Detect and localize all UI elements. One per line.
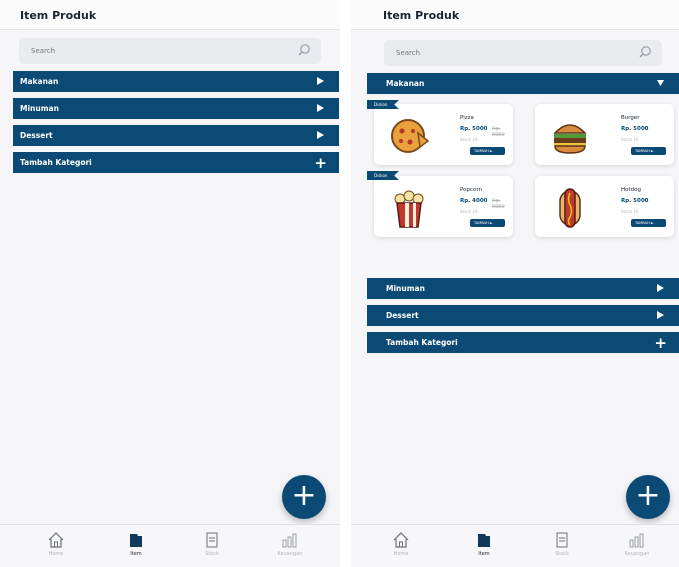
product-name: Popcorn	[460, 187, 483, 193]
page-title: Item Produk	[0, 0, 340, 30]
nav-home[interactable]: Home	[373, 531, 429, 557]
product-card-hotdog[interactable]: Hotdog Rp. 5000 Stock 10 TAMBAH ►	[535, 176, 674, 237]
search-input[interactable]	[19, 38, 321, 64]
popcorn-icon	[394, 190, 424, 228]
product-stock: Stock 10	[621, 137, 639, 142]
category-label: Tambah Kategori	[20, 158, 92, 167]
home-icon	[393, 532, 409, 548]
search-icon[interactable]	[297, 43, 311, 57]
search-bar[interactable]	[384, 40, 662, 66]
product-card-pizza[interactable]: Pizza Rp. 5000 Rp. 6000 Stock 10 TAMBAH …	[374, 104, 513, 165]
bottom-nav: Home Item Stock Keuangan	[0, 524, 340, 567]
product-name: Burger	[621, 115, 640, 121]
category-label: Makanan	[386, 79, 425, 88]
chevron-right-icon	[657, 311, 664, 319]
search-input[interactable]	[384, 40, 662, 66]
nav-home[interactable]: Home	[28, 531, 84, 557]
product-card-burger[interactable]: Burger Rp. 5000 Stock 10 TAMBAH ►	[535, 104, 674, 165]
item-folder-icon	[130, 534, 142, 547]
product-price: Rp. 5000	[621, 126, 649, 132]
burger-icon	[553, 124, 587, 154]
category-minuman[interactable]: Minuman	[13, 98, 339, 119]
product-price: Rp. 5000	[621, 198, 649, 204]
category-minuman[interactable]: Minuman	[367, 278, 679, 299]
nav-keuangan[interactable]: Keuangan	[262, 531, 318, 557]
category-label: Dessert	[386, 311, 419, 320]
add-item-fab[interactable]: +	[282, 475, 326, 519]
chevron-down-icon	[657, 79, 664, 87]
category-label: Minuman	[386, 284, 425, 293]
add-category-button[interactable]: Tambah Kategori +	[367, 332, 679, 353]
screen-item-collapsed: Item Produk Makanan Minuman Dessert Tamb…	[0, 0, 340, 567]
search-icon[interactable]	[638, 45, 652, 59]
finance-chart-icon	[629, 533, 644, 548]
pizza-icon	[391, 119, 430, 153]
product-price: Rp. 4000	[460, 198, 488, 204]
nav-keuangan[interactable]: Keuangan	[609, 531, 665, 557]
chevron-right-icon	[317, 77, 324, 85]
category-makanan[interactable]: Makanan	[367, 73, 679, 94]
nav-item[interactable]: Item	[456, 531, 512, 557]
product-stock: Stock 10	[460, 137, 478, 142]
page-title: Item Produk	[351, 0, 679, 30]
screen-item-expanded: Item Produk Makanan Diskon Pizza Rp. 500…	[351, 0, 679, 567]
add-product-button[interactable]: TAMBAH ►	[470, 219, 505, 227]
product-name: Pizza	[460, 115, 474, 121]
product-stock: Stock 10	[460, 209, 478, 214]
add-product-button[interactable]: TAMBAH ►	[631, 147, 666, 155]
category-dessert[interactable]: Dessert	[13, 125, 339, 146]
nav-stock[interactable]: Stock	[534, 531, 590, 557]
chevron-right-icon	[657, 284, 664, 292]
bottom-nav: Home Item Stock Keuangan	[351, 524, 679, 567]
stock-clipboard-icon	[206, 532, 218, 548]
product-price: Rp. 5000	[460, 126, 488, 132]
chevron-right-icon	[317, 131, 324, 139]
plus-icon: +	[314, 154, 327, 172]
category-makanan[interactable]: Makanan	[13, 71, 339, 92]
category-label: Minuman	[20, 104, 59, 113]
finance-chart-icon	[282, 533, 297, 548]
product-grid: Diskon Pizza Rp. 5000 Rp. 6000 Stock 10 …	[367, 100, 679, 268]
category-label: Tambah Kategori	[386, 338, 458, 347]
category-dessert[interactable]: Dessert	[367, 305, 679, 326]
search-bar[interactable]	[19, 38, 321, 64]
hotdog-icon	[559, 188, 581, 228]
product-stock: Stock 10	[621, 209, 639, 214]
stock-clipboard-icon	[556, 532, 568, 548]
home-icon	[48, 532, 64, 548]
product-old-price: Rp. 5000	[492, 198, 505, 210]
add-product-button[interactable]: TAMBAH ►	[470, 147, 505, 155]
category-label: Makanan	[20, 77, 59, 86]
product-name: Hotdog	[621, 187, 642, 193]
product-old-price: Rp. 6000	[492, 126, 505, 138]
product-card-popcorn[interactable]: Popcorn Rp. 4000 Rp. 5000 Stock 10 TAMBA…	[374, 176, 513, 237]
add-product-button[interactable]: TAMBAH ►	[631, 219, 666, 227]
add-category-button[interactable]: Tambah Kategori +	[13, 152, 339, 173]
plus-icon: +	[654, 334, 667, 352]
chevron-right-icon	[317, 104, 324, 112]
nav-stock[interactable]: Stock	[184, 531, 240, 557]
category-label: Dessert	[20, 131, 53, 140]
nav-item[interactable]: Item	[108, 531, 164, 557]
item-folder-icon	[478, 534, 490, 547]
add-item-fab[interactable]: +	[626, 475, 670, 519]
